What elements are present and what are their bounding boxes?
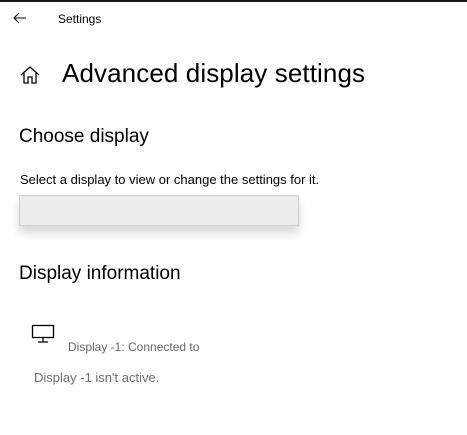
choose-display-heading: Choose display: [19, 126, 149, 147]
display-select-dropdown[interactable]: [19, 195, 299, 226]
choose-display-label: Select a display to view or change the s…: [20, 172, 320, 187]
display-connected-text: Display -1: Connected to: [68, 340, 200, 354]
back-button[interactable]: [9, 8, 31, 28]
monitor-icon: [31, 324, 56, 344]
page-title: Advanced display settings: [62, 58, 366, 88]
title-bar: Settings: [0, 2, 467, 34]
home-button[interactable]: [19, 64, 41, 86]
display-status-text: Display -1 isn't active.: [34, 370, 160, 385]
display-information-heading: Display information: [19, 263, 181, 284]
home-icon: [20, 66, 40, 84]
window-title: Settings: [58, 12, 102, 26]
back-arrow-icon: [13, 12, 26, 24]
